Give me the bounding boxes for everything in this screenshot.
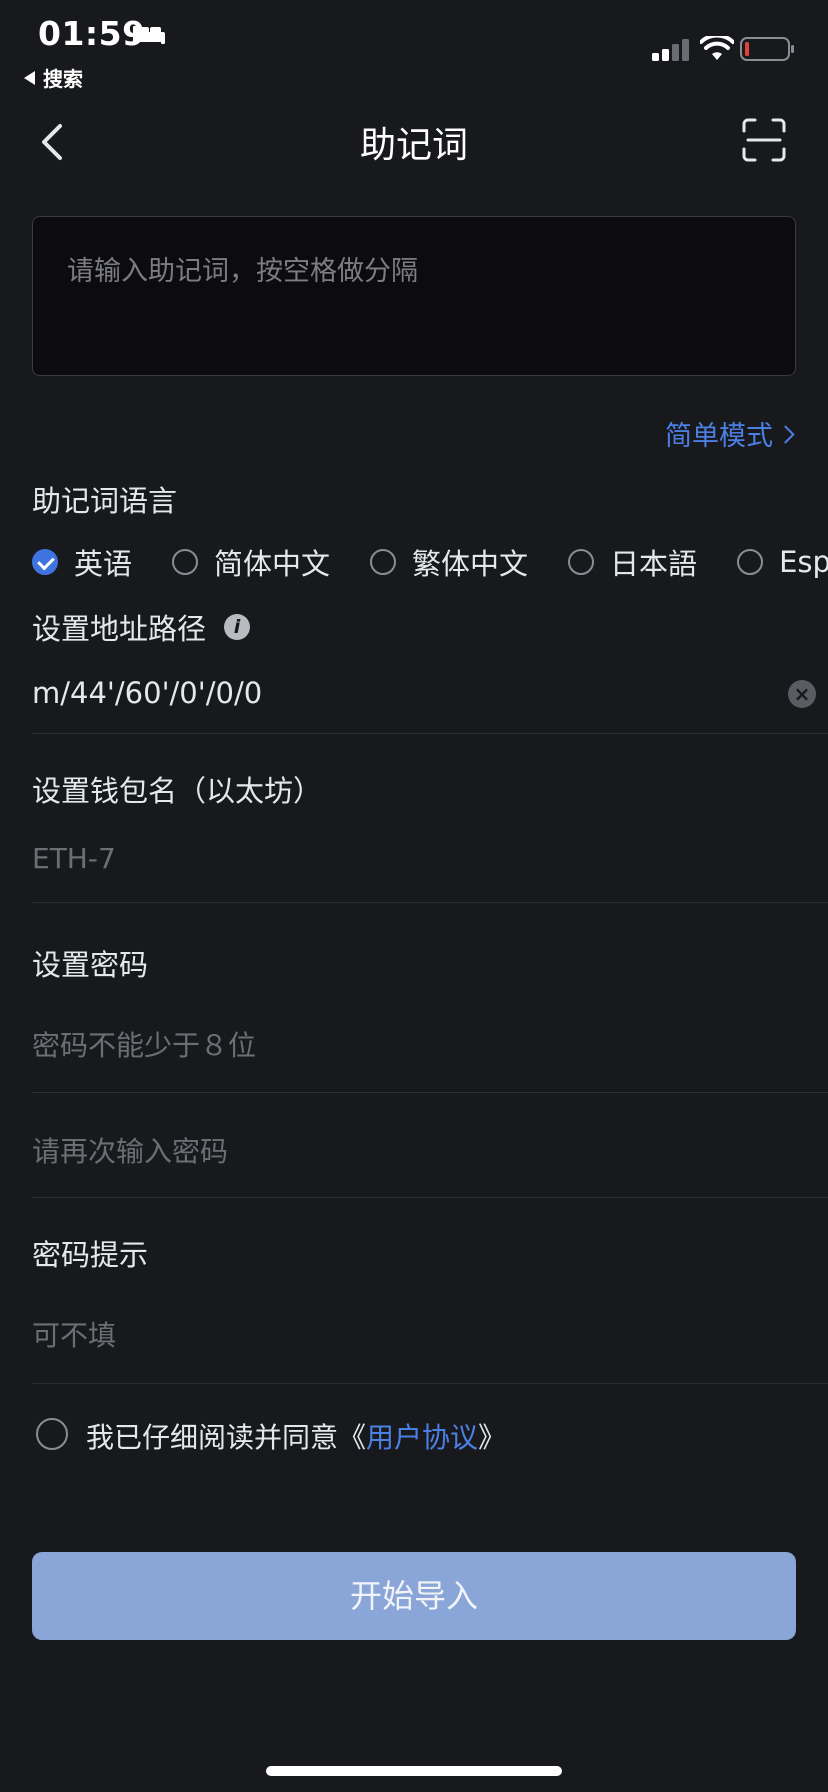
agreement-suffix: 》 <box>478 1421 507 1454</box>
language-options: 英语 简体中文 繁体中文 日本語 Esp <box>32 542 828 582</box>
radio-unchecked-icon <box>568 549 595 575</box>
language-option-traditional-chinese[interactable]: 繁体中文 <box>370 541 528 583</box>
password-label: 设置密码 <box>32 948 149 982</box>
address-path-label: 设置地址路径 <box>32 612 207 646</box>
info-icon[interactable]: i <box>224 614 251 640</box>
back-triangle-icon <box>24 71 35 85</box>
simple-mode-label: 简单模式 <box>665 421 773 452</box>
wallet-name-label: 设置钱包名（以太坊） <box>32 774 323 808</box>
password-hint-label: 密码提示 <box>32 1238 149 1272</box>
address-path-value[interactable]: m/44'/60'/0'/0/0 <box>32 676 262 710</box>
scan-qr-icon[interactable] <box>742 118 786 162</box>
divider <box>32 902 828 903</box>
divider <box>32 733 828 734</box>
confirm-password-input[interactable]: 请再次输入密码 <box>32 1130 228 1170</box>
language-option-spanish[interactable]: Esp <box>737 545 828 579</box>
language-option-label: 简体中文 <box>214 547 331 581</box>
sleep-mode-icon <box>133 26 165 44</box>
agreement-prefix: 我已仔细阅读并同意《 <box>86 1421 367 1454</box>
language-option-simplified-chinese[interactable]: 简体中文 <box>172 541 330 583</box>
language-option-label: 英语 <box>74 547 133 581</box>
agreement-text: 我已仔细阅读并同意《用户协议》 <box>86 1416 506 1456</box>
password-hint-input[interactable]: 可不填 <box>32 1314 116 1354</box>
divider <box>32 1197 828 1198</box>
language-option-japanese[interactable]: 日本語 <box>568 541 697 583</box>
language-option-label: Esp <box>779 545 828 579</box>
clear-icon[interactable]: × <box>788 680 816 708</box>
back-app-label: 搜索 <box>43 67 83 91</box>
mnemonic-input-box[interactable] <box>32 216 796 376</box>
chevron-right-icon <box>776 425 795 444</box>
home-indicator[interactable] <box>266 1766 562 1776</box>
radio-unchecked-icon <box>370 549 397 575</box>
page-title: 助记词 <box>359 125 468 166</box>
simple-mode-link[interactable]: 简单模式 <box>665 414 795 453</box>
cellular-signal-icon <box>652 39 689 61</box>
back-to-app-link[interactable]: 搜索 <box>24 63 83 92</box>
mnemonic-input[interactable] <box>33 217 795 375</box>
agreement-checkbox[interactable] <box>36 1418 68 1450</box>
radio-unchecked-icon <box>172 549 199 575</box>
language-option-english[interactable]: 英语 <box>32 541 132 583</box>
radio-checked-icon <box>32 549 58 575</box>
wallet-name-input[interactable]: ETH-7 <box>32 842 116 875</box>
divider <box>32 1383 828 1384</box>
user-agreement-link[interactable]: 用户协议 <box>366 1421 478 1454</box>
mnemonic-language-label: 助记词语言 <box>32 484 178 518</box>
radio-unchecked-icon <box>737 549 764 575</box>
start-import-button[interactable]: 开始导入 <box>32 1552 796 1640</box>
language-option-label: 日本語 <box>610 547 698 581</box>
status-time: 01:59 <box>38 14 146 53</box>
language-option-label: 繁体中文 <box>412 547 529 581</box>
battery-low-icon <box>740 37 794 61</box>
wifi-icon <box>700 36 734 60</box>
password-input[interactable]: 密码不能少于８位 <box>32 1024 256 1064</box>
address-path-header: 设置地址路径 i <box>32 606 251 648</box>
divider <box>32 1092 828 1093</box>
